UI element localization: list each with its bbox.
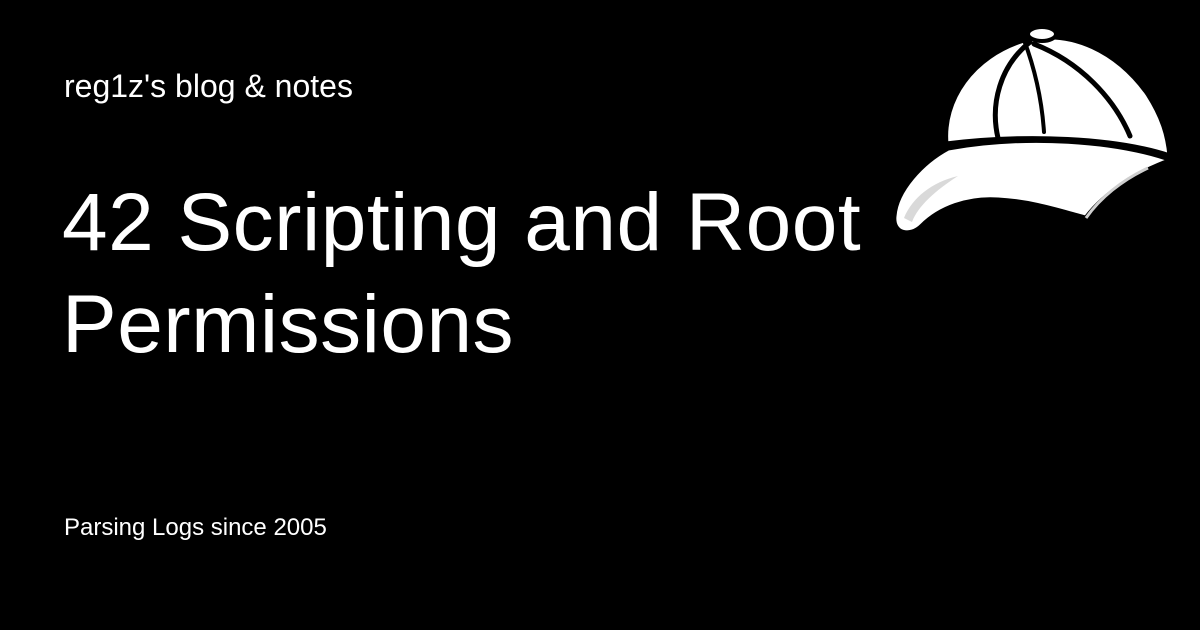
- og-card: reg1z's blog & notes 42 Scripting and Ro…: [0, 0, 1200, 630]
- post-title: 42 Scripting and Root Permissions: [62, 177, 862, 370]
- tagline: Parsing Logs since 2005: [64, 514, 327, 541]
- baseball-cap-icon: [891, 25, 1175, 236]
- site-name: reg1z's blog & notes: [64, 68, 353, 104]
